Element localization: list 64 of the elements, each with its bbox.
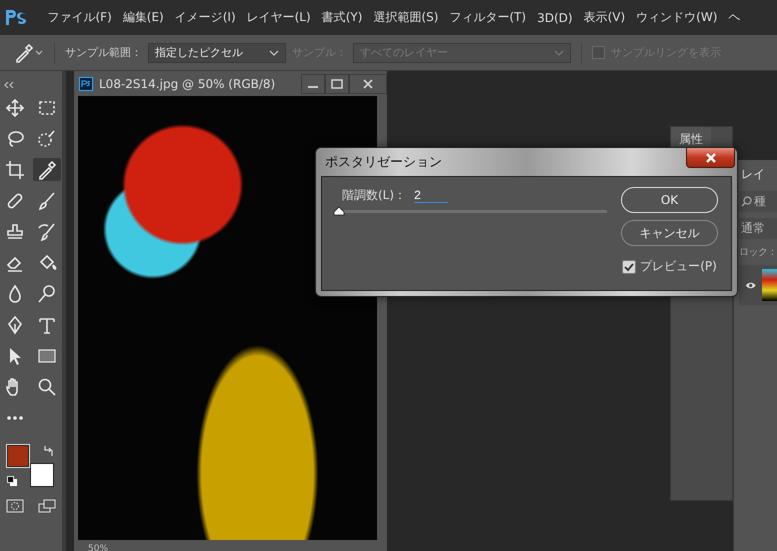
eye-icon[interactable] <box>745 280 756 290</box>
layers-tab[interactable]: レイ <box>739 164 777 185</box>
quick-select-icon <box>37 128 57 148</box>
quick-mask-icon[interactable] <box>6 499 24 513</box>
crop-icon <box>5 160 25 180</box>
eyedropper-icon[interactable] <box>14 42 44 62</box>
menu-item[interactable]: 3D(D) <box>532 10 578 24</box>
screen-mode-icon[interactable] <box>38 499 56 513</box>
background-color-swatch[interactable] <box>30 463 54 487</box>
menu-item[interactable]: ウィンドウ(W) <box>630 9 723 26</box>
move-icon <box>5 98 25 118</box>
dialog-button[interactable]: キャンセル <box>621 220 718 246</box>
layer-filter-field[interactable]: 種 <box>739 191 777 212</box>
sample-size-dropdown[interactable]: 指定したピクセル <box>148 42 286 62</box>
collapse-icon[interactable] <box>4 82 14 88</box>
preview-checkbox[interactable] <box>622 260 636 274</box>
menu-item[interactable]: ヘ <box>722 9 746 26</box>
blend-mode-dropdown[interactable]: 通常 <box>739 218 777 239</box>
preview-label: プレビュー(P) <box>640 258 717 275</box>
close-button[interactable] <box>349 74 387 94</box>
default-colors-icon[interactable] <box>7 476 18 487</box>
close-icon <box>362 78 374 88</box>
zoom-icon <box>37 376 57 396</box>
dialog-title: ポスタリゼーション <box>324 154 442 171</box>
document-title: L08-2S14.jpg @ 50% (RGB/8) <box>99 76 276 90</box>
history-brush-icon <box>37 222 57 242</box>
close-button[interactable] <box>686 148 735 168</box>
lasso-icon <box>5 128 25 148</box>
maximize-button[interactable] <box>325 74 349 94</box>
chevron-icon <box>269 50 279 56</box>
layer-thumbnail <box>762 269 777 301</box>
eyedropper-tool[interactable] <box>33 158 61 181</box>
minimize-icon <box>308 86 318 88</box>
zoom-level: 50% <box>88 545 108 551</box>
menu-item[interactable]: イメージ(I) <box>169 9 242 26</box>
close-icon <box>704 152 716 162</box>
healing-icon <box>5 190 25 210</box>
search-icon <box>741 196 752 207</box>
chevron-icon <box>554 50 564 56</box>
bucket-icon <box>37 252 57 272</box>
brush-icon <box>37 190 57 210</box>
menu-item[interactable]: 表示(V) <box>578 9 631 26</box>
menu-item[interactable]: 編集(E) <box>117 9 170 26</box>
pen-icon <box>5 314 25 334</box>
ps-file-icon <box>79 76 93 90</box>
maximize-icon <box>331 78 343 88</box>
dialog-button[interactable]: OK <box>621 187 718 213</box>
levels-label: 階調数(L)： <box>342 187 406 204</box>
more-icon <box>7 416 23 420</box>
menu-item[interactable]: 書式(Y) <box>316 9 368 26</box>
minimize-button[interactable] <box>301 74 325 94</box>
eyedropper-icon <box>37 160 57 180</box>
menu-item[interactable]: 選択範囲(S) <box>368 9 444 26</box>
dodge-icon <box>37 284 57 304</box>
levels-input-field[interactable]: 2 <box>414 188 448 203</box>
menu-item[interactable]: フィルター(T) <box>444 9 532 26</box>
slider-handle[interactable] <box>333 206 345 216</box>
swap-icon[interactable] <box>43 445 55 457</box>
menu-item[interactable]: ファイル(F) <box>42 9 118 26</box>
sample-size-label: サンプル範囲： <box>65 45 142 60</box>
menu-item[interactable]: レイヤー(L) <box>241 9 316 26</box>
foreground-color-swatch[interactable] <box>7 445 29 467</box>
lock-label: ロック： <box>739 246 777 259</box>
stamp-icon <box>5 222 25 242</box>
